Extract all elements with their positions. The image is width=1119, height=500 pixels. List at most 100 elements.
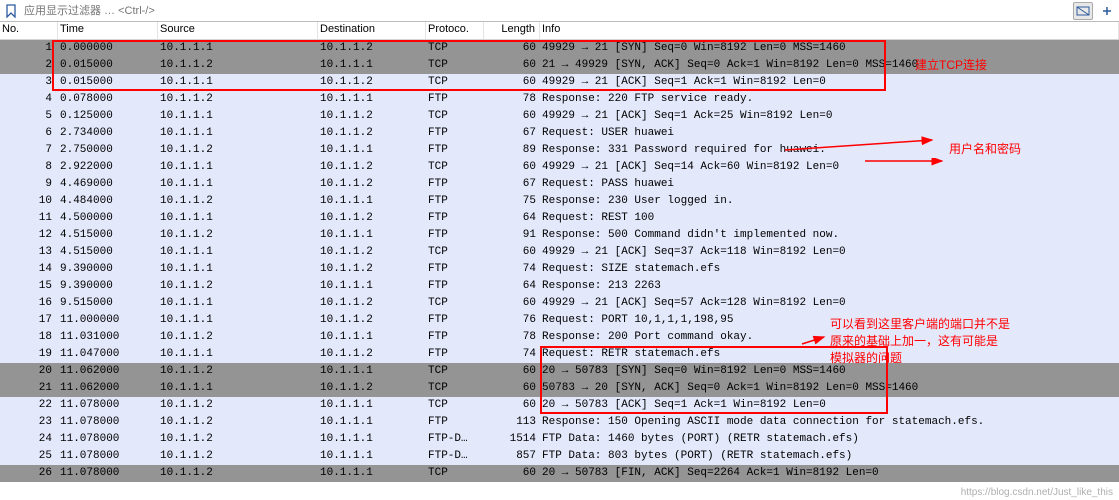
cell-proto: FTP [426,176,484,193]
table-row[interactable]: 82.92200010.1.1.110.1.1.2TCP6049929 → 21… [0,159,1119,176]
table-row[interactable]: 159.39000010.1.1.210.1.1.1FTP64Response:… [0,278,1119,295]
cell-dst: 10.1.1.1 [318,397,426,414]
cell-src: 10.1.1.1 [158,244,318,261]
cell-dst: 10.1.1.1 [318,227,426,244]
cell-info: Request: PASS huawei [540,176,1119,193]
cell-info: Request: USER huawei [540,125,1119,142]
cell-info: Request: REST 100 [540,210,1119,227]
cell-proto: TCP [426,159,484,176]
table-row[interactable]: 2111.06200010.1.1.110.1.1.2TCP6050783 → … [0,380,1119,397]
cell-src: 10.1.1.2 [158,193,318,210]
cell-no: 13 [0,244,58,261]
cell-src: 10.1.1.1 [158,261,318,278]
cell-len: 74 [484,261,540,278]
cell-time: 0.078000 [58,91,158,108]
cell-src: 10.1.1.1 [158,40,318,57]
cell-no: 23 [0,414,58,431]
cell-proto: FTP [426,210,484,227]
cell-src: 10.1.1.2 [158,227,318,244]
cell-proto: TCP [426,465,484,482]
expression-button[interactable] [1073,2,1093,20]
cell-dst: 10.1.1.1 [318,363,426,380]
table-row[interactable]: 134.51500010.1.1.110.1.1.2TCP6049929 → 2… [0,244,1119,261]
table-row[interactable]: 114.50000010.1.1.110.1.1.2FTP64Request: … [0,210,1119,227]
cell-info: 20 → 50783 [FIN, ACK] Seq=2264 Ack=1 Win… [540,465,1119,482]
header-protocol[interactable]: Protoco. [426,22,484,39]
table-row[interactable]: 2011.06200010.1.1.210.1.1.1TCP6020 → 507… [0,363,1119,380]
cell-no: 20 [0,363,58,380]
table-row[interactable]: 30.01500010.1.1.110.1.1.2TCP6049929 → 21… [0,74,1119,91]
cell-proto: TCP [426,108,484,125]
cell-info: FTP Data: 1460 bytes (PORT) (RETR statem… [540,431,1119,448]
table-row[interactable]: 2311.07800010.1.1.210.1.1.1FTP113Respons… [0,414,1119,431]
add-filter-button[interactable] [1098,2,1116,20]
cell-dst: 10.1.1.2 [318,261,426,278]
cell-len: 60 [484,397,540,414]
annotation-userpass: 用户名和密码 [949,140,1021,157]
header-no[interactable]: No. [0,22,58,39]
cell-src: 10.1.1.1 [158,295,318,312]
cell-len: 64 [484,210,540,227]
cell-proto: TCP [426,74,484,91]
cell-src: 10.1.1.1 [158,312,318,329]
table-row[interactable]: 10.00000010.1.1.110.1.1.2TCP6049929 → 21… [0,40,1119,57]
table-row[interactable]: 2411.07800010.1.1.210.1.1.1FTP-D…1514FTP… [0,431,1119,448]
cell-no: 12 [0,227,58,244]
table-row[interactable]: 40.07800010.1.1.210.1.1.1FTP78Response: … [0,91,1119,108]
header-destination[interactable]: Destination [318,22,426,39]
cell-time: 4.469000 [58,176,158,193]
table-row[interactable]: 2211.07800010.1.1.210.1.1.1TCP6020 → 507… [0,397,1119,414]
cell-time: 11.062000 [58,363,158,380]
cell-no: 2 [0,57,58,74]
cell-len: 74 [484,346,540,363]
bookmark-icon[interactable] [2,2,20,20]
header-length[interactable]: Length [484,22,540,39]
cell-no: 16 [0,295,58,312]
cell-no: 9 [0,176,58,193]
table-row[interactable]: 104.48400010.1.1.210.1.1.1FTP75Response:… [0,193,1119,210]
table-row[interactable]: 149.39000010.1.1.110.1.1.2FTP74Request: … [0,261,1119,278]
table-row[interactable]: 50.12500010.1.1.110.1.1.2TCP6049929 → 21… [0,108,1119,125]
cell-info: 49929 → 21 [ACK] Seq=1 Ack=25 Win=8192 L… [540,108,1119,125]
cell-no: 17 [0,312,58,329]
table-row[interactable]: 2511.07800010.1.1.210.1.1.1FTP-D…857FTP … [0,448,1119,465]
table-row[interactable]: 94.46900010.1.1.110.1.1.2FTP67Request: P… [0,176,1119,193]
cell-info: Response: 331 Password required for huaw… [540,142,1119,159]
cell-info: Request: SIZE statemach.efs [540,261,1119,278]
cell-dst: 10.1.1.2 [318,108,426,125]
cell-len: 60 [484,57,540,74]
cell-time: 0.015000 [58,74,158,91]
cell-no: 6 [0,125,58,142]
header-time[interactable]: Time [58,22,158,39]
cell-proto: FTP [426,193,484,210]
cell-proto: FTP [426,312,484,329]
cell-src: 10.1.1.2 [158,329,318,346]
filter-input[interactable] [20,3,1071,19]
cell-no: 4 [0,91,58,108]
cell-proto: TCP [426,57,484,74]
packet-list-header: No. Time Source Destination Protoco. Len… [0,22,1119,40]
cell-proto: TCP [426,363,484,380]
cell-src: 10.1.1.1 [158,346,318,363]
cell-no: 10 [0,193,58,210]
cell-dst: 10.1.1.1 [318,448,426,465]
cell-len: 89 [484,142,540,159]
cell-time: 4.515000 [58,227,158,244]
cell-src: 10.1.1.2 [158,278,318,295]
header-source[interactable]: Source [158,22,318,39]
cell-time: 9.515000 [58,295,158,312]
cell-src: 10.1.1.2 [158,465,318,482]
cell-time: 4.484000 [58,193,158,210]
header-info[interactable]: Info [540,22,1119,39]
cell-proto: FTP [426,261,484,278]
table-row[interactable]: 124.51500010.1.1.210.1.1.1FTP91Response:… [0,227,1119,244]
packet-list[interactable]: 10.00000010.1.1.110.1.1.2TCP6049929 → 21… [0,40,1119,482]
cell-len: 60 [484,465,540,482]
cell-proto: FTP [426,142,484,159]
cell-src: 10.1.1.1 [158,159,318,176]
table-row[interactable]: 169.51500010.1.1.110.1.1.2TCP6049929 → 2… [0,295,1119,312]
cell-time: 11.078000 [58,465,158,482]
cell-len: 113 [484,414,540,431]
table-row[interactable]: 2611.07800010.1.1.210.1.1.1TCP6020 → 507… [0,465,1119,482]
cell-len: 60 [484,295,540,312]
